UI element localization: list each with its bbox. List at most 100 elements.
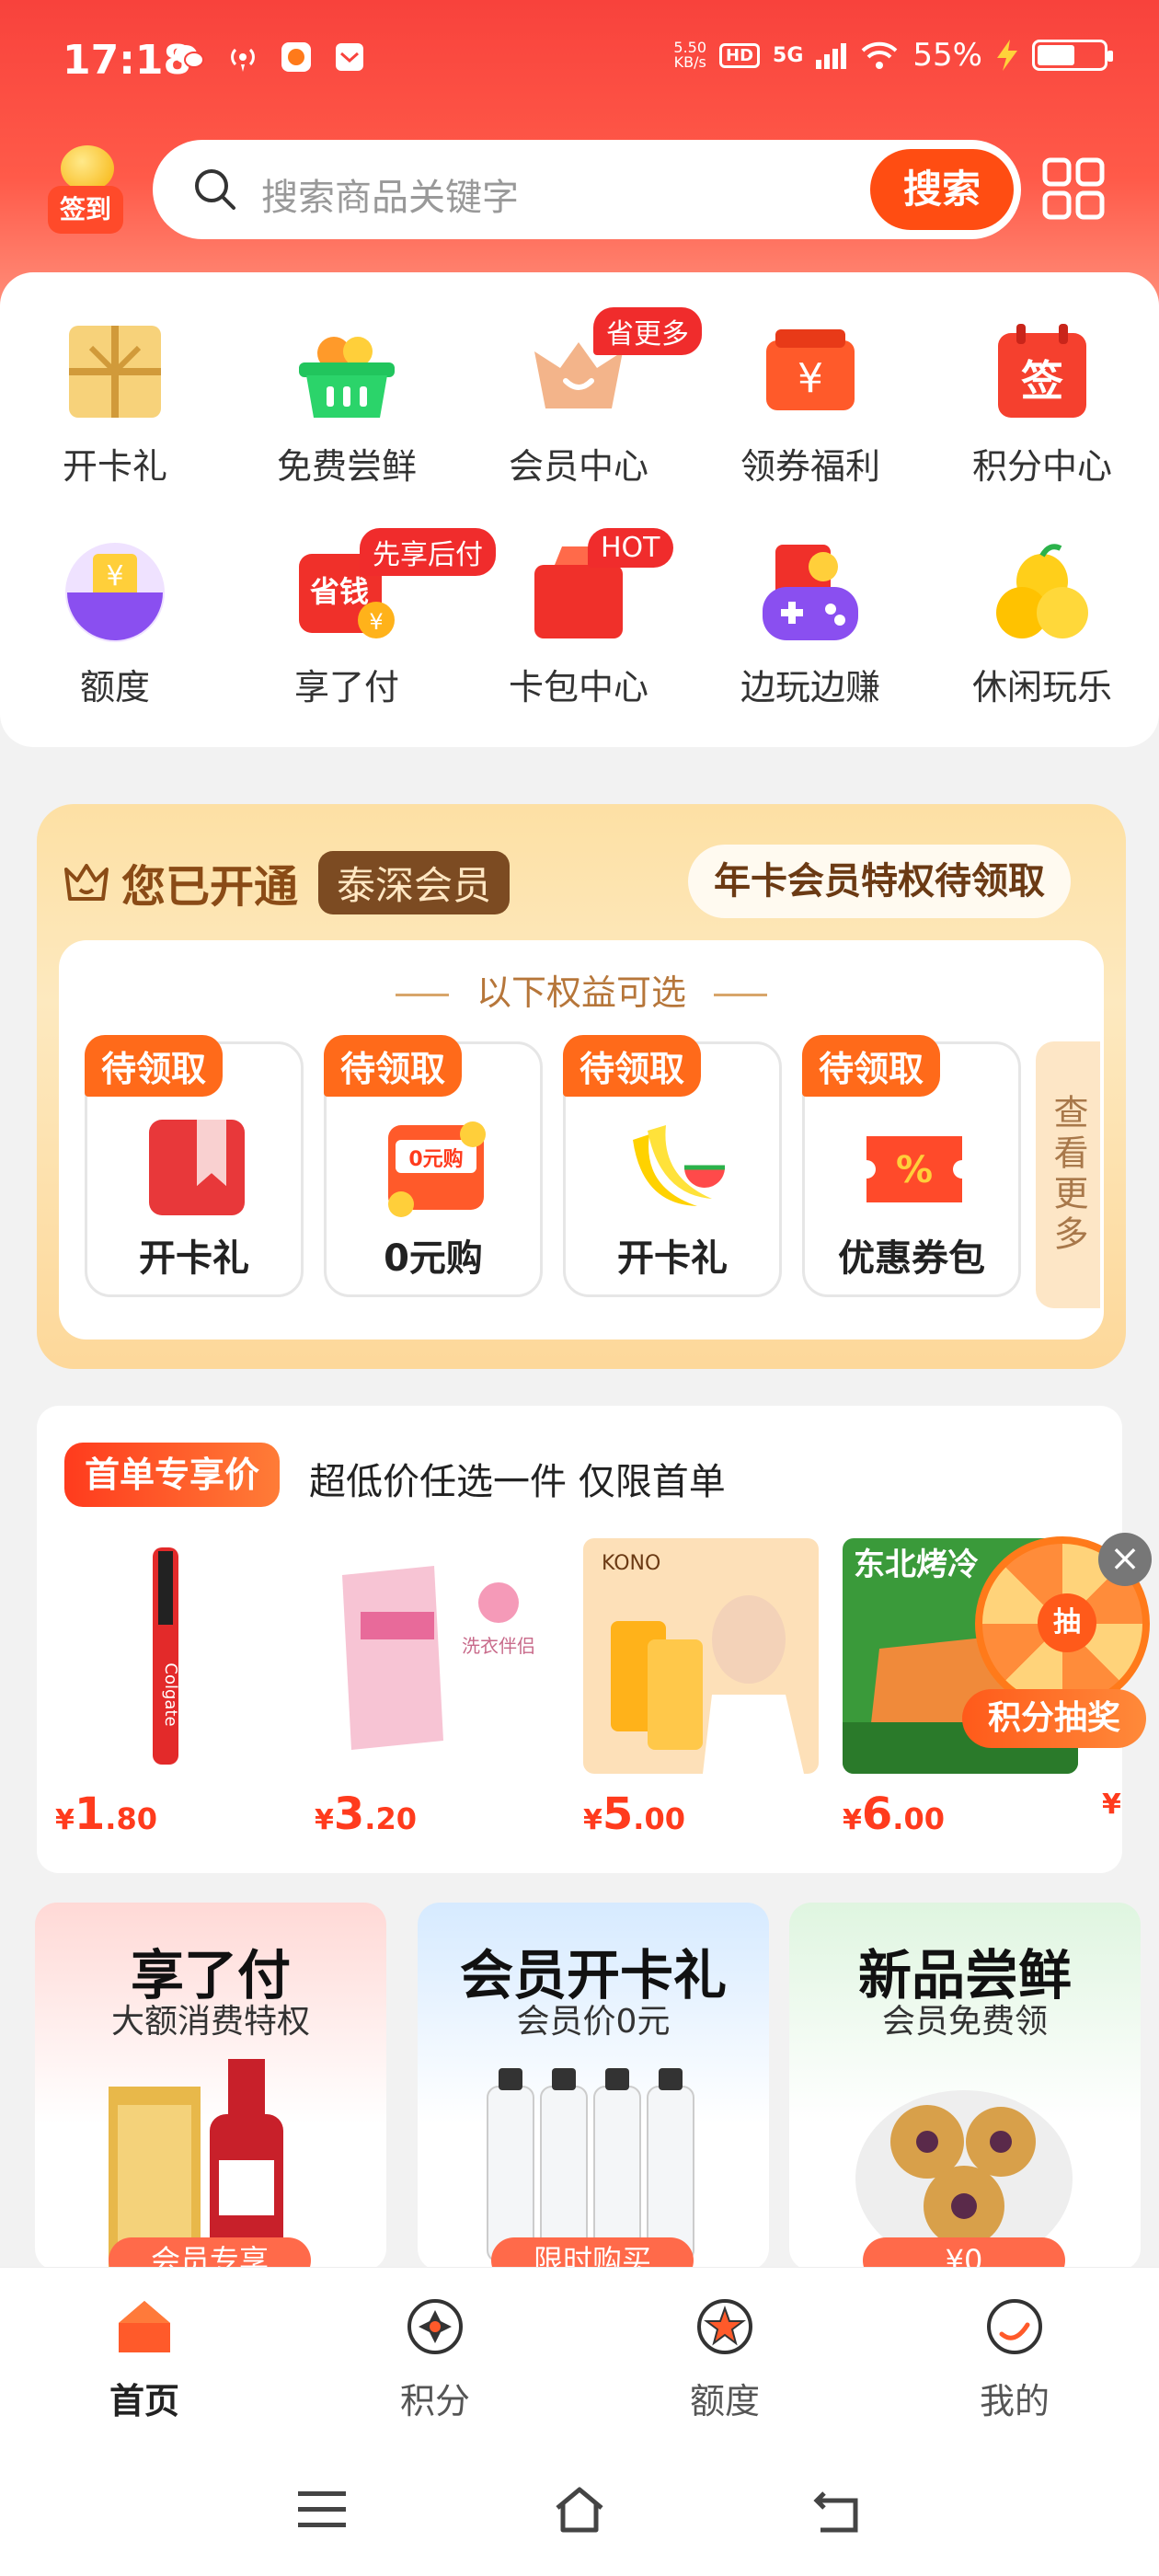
notification-icons <box>173 40 366 74</box>
hd-badge: HD <box>719 42 761 68</box>
calendar-sign-icon: 签 <box>998 324 1086 418</box>
bottom-navigation: 首页 积分 额度 我的 <box>0 2267 1159 2442</box>
search-icon <box>195 169 235 210</box>
member-card: 您已开通 泰深会员 年卡会员特权待领取 以下权益可选 待领取 开卡礼 待领取 0… <box>37 804 1126 1369</box>
app-notification-icon <box>281 42 311 72</box>
promo-card-member-gift[interactable]: 会员开卡礼 会员价0元 限时购买 <box>418 1903 769 2271</box>
see-more-button[interactable]: 查看更多 <box>1036 1041 1100 1308</box>
first-order-section: 首单专享价 超低价任选一件 仅限首单 Colgate ¥1.80 洗衣伴侣 ¥3… <box>37 1406 1122 1873</box>
product-image: Colgate <box>55 1538 291 1774</box>
bookmark-gift-icon <box>149 1120 245 1215</box>
svg-text:省钱: 省钱 <box>310 574 369 609</box>
benefit-card[interactable]: 待领取 开卡礼 <box>563 1035 782 1297</box>
back-icon[interactable] <box>809 2484 865 2536</box>
benefit-card[interactable]: 待领取 % 优惠券包 <box>802 1035 1021 1297</box>
system-status: 5.50 KB/s HD 5G 55% <box>673 37 1113 74</box>
signin-button[interactable]: 签到 <box>48 145 123 234</box>
battery-icon <box>1032 40 1113 71</box>
nav-profile[interactable]: 我的 <box>923 2295 1107 2424</box>
category-badge: HOT <box>588 528 673 568</box>
network-type: 5G <box>773 43 804 67</box>
product-card[interactable]: Colgate ¥1.80 <box>55 1538 291 1851</box>
home-icon <box>119 2301 170 2352</box>
category-badge: 省更多 <box>593 307 702 355</box>
benefit-tag: 待领取 <box>563 1035 702 1097</box>
menu-icon[interactable] <box>294 2484 350 2536</box>
nav-quota[interactable]: 额度 <box>633 2295 817 2424</box>
category-item-free-trial[interactable]: 免费尝鲜 <box>255 320 439 504</box>
category-item-points-center[interactable]: 签 积分中心 <box>950 320 1134 504</box>
pear-icon <box>996 544 1088 638</box>
lottery-center: 抽 <box>1038 1593 1096 1652</box>
fruit-basket-icon <box>299 337 395 418</box>
grid-menu-icon[interactable] <box>1039 155 1107 223</box>
product-price: ¥ <box>1102 1788 1121 1821</box>
points-icon <box>407 2299 463 2354</box>
category-item-coupons[interactable]: ¥ 领券福利 <box>718 320 902 504</box>
product-price: ¥6.00 <box>843 1788 945 1840</box>
close-icon[interactable]: × <box>1098 1533 1152 1586</box>
hotspot-icon <box>231 48 255 72</box>
category-item-member-center[interactable]: 省更多 会员中心 <box>487 307 702 504</box>
lottery-label: 积分抽奖 <box>962 1689 1146 1748</box>
svg-text:%: % <box>896 1149 933 1191</box>
benefit-panel: 以下权益可选 待领取 开卡礼 待领取 0元购 0元购 待领取 开卡礼 待领取 %… <box>59 940 1104 1340</box>
mail-notification-icon <box>336 43 363 71</box>
benefit-card[interactable]: 待领取 开卡礼 <box>85 1035 304 1297</box>
battery-percent: 55% <box>912 37 982 74</box>
signal-icon <box>816 41 847 69</box>
promo-card-new-taste[interactable]: 新品尝鲜 会员免费领 ¥0 <box>789 1903 1141 2271</box>
fruit-icon <box>633 1125 725 1206</box>
benefit-card[interactable]: 待领取 0元购 0元购 <box>324 1035 543 1297</box>
search-input[interactable]: 搜索商品关键字 <box>261 167 519 221</box>
category-item-open-card-gift[interactable]: 开卡礼 <box>23 320 207 504</box>
svg-text:¥: ¥ <box>798 355 823 402</box>
svg-text:签: 签 <box>1021 356 1063 406</box>
category-item-quota[interactable]: ¥ 额度 <box>23 541 207 725</box>
member-status: 您已开通 泰深会员 <box>63 850 511 914</box>
category-item-play-earn[interactable]: 边玩边赚 <box>718 541 902 725</box>
category-item-card-bag[interactable]: HOT 卡包中心 <box>487 528 673 725</box>
svg-text:0元购: 0元购 <box>408 1147 463 1171</box>
svg-text:东北烤冷: 东北烤冷 <box>854 1547 979 1583</box>
member-title: 您已开通 <box>121 861 299 913</box>
product-image: KONO <box>583 1538 819 1774</box>
wifi-icon <box>862 41 898 69</box>
profile-icon <box>987 2299 1042 2354</box>
gift-icon <box>69 326 161 418</box>
svg-text:¥: ¥ <box>369 609 383 635</box>
wechat-icon <box>175 45 204 68</box>
product-image: 洗衣伴侣 <box>315 1538 550 1774</box>
nav-home[interactable]: 首页 <box>52 2295 236 2424</box>
category-item-leisure[interactable]: 休闲玩乐 <box>950 541 1134 725</box>
signin-label: 签到 <box>48 186 123 234</box>
first-order-badge: 首单专享价 <box>64 1443 281 1507</box>
search-bar[interactable]: 搜索商品关键字 搜索 <box>153 140 1021 239</box>
benefit-tag: 待领取 <box>802 1035 941 1097</box>
network-speed: 5.50 KB/s <box>673 39 707 71</box>
svg-text:¥: ¥ <box>106 560 123 592</box>
benefit-tag: 待领取 <box>324 1035 463 1097</box>
nav-points[interactable]: 积分 <box>343 2295 527 2424</box>
charging-icon <box>997 40 1017 71</box>
product-card[interactable]: KONO ¥5.00 <box>583 1538 819 1851</box>
benefit-tag: 待领取 <box>85 1035 224 1097</box>
promo-card-pay-later[interactable]: 享了付 大额消费特权 会员专享 <box>35 1903 386 2271</box>
benefits-heading: 以下权益可选 <box>59 964 1104 1015</box>
product-card[interactable]: 洗衣伴侣 ¥3.20 <box>315 1538 550 1851</box>
product-price: ¥3.20 <box>315 1788 417 1840</box>
claim-annual-privilege-button[interactable]: 年卡会员特权待领取 <box>688 845 1071 918</box>
search-button[interactable]: 搜索 <box>870 149 1014 230</box>
product-price: ¥1.80 <box>55 1788 157 1840</box>
category-item-pay-later[interactable]: 省钱 ¥ 先享后付 享了付 <box>255 528 496 725</box>
discount-coupon-icon: % <box>866 1136 962 1202</box>
member-level-tag: 泰深会员 <box>318 850 511 914</box>
svg-text:洗衣伴侣: 洗衣伴侣 <box>462 1635 535 1657</box>
product-price: ¥5.00 <box>583 1788 685 1840</box>
quota-icon <box>697 2299 752 2354</box>
system-navigation <box>0 2442 1159 2576</box>
first-order-subtitle: 超低价任选一件 仅限首单 <box>309 1461 726 1503</box>
svg-text:Colgate: Colgate <box>161 1662 180 1726</box>
home-button-icon[interactable] <box>552 2484 607 2536</box>
category-badge: 先享后付 <box>360 528 496 576</box>
